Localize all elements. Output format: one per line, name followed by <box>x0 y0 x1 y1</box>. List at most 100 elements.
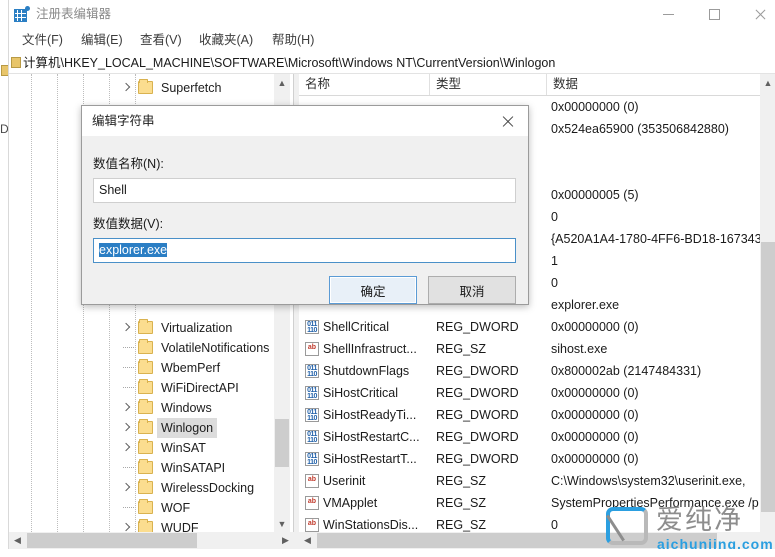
scrollbar-thumb[interactable] <box>27 533 197 548</box>
bottom-strip <box>0 549 775 557</box>
dword-icon: 011 110 <box>305 408 319 422</box>
cell-data: 1 <box>551 254 558 268</box>
table-row[interactable]: 011 110 SiHostRestartC... REG_DWORD 0x000… <box>299 426 775 448</box>
dialog-title-bar: 编辑字符串 <box>82 106 528 136</box>
scrollbar-thumb[interactable] <box>275 419 289 467</box>
menu-edit[interactable]: 编辑(E) <box>76 31 128 50</box>
chevron-right-icon[interactable] <box>121 423 131 433</box>
menu-favorites[interactable]: 收藏夹(A) <box>194 31 258 50</box>
table-row[interactable]: ab ShellInfrastruct... REG_SZ sihost.exe <box>299 338 775 360</box>
cell-data: {A520A1A4-1780-4FF6-BD18-167343 <box>551 232 762 246</box>
table-row[interactable]: ab WinStationsDis... REG_SZ 0 <box>299 514 775 532</box>
scroll-down-icon[interactable]: ▼ <box>274 515 290 532</box>
tree-item-wifidirectapi[interactable]: WiFiDirectAPI <box>9 378 273 398</box>
tree-item-winsatapi[interactable]: WinSATAPI <box>9 458 273 478</box>
close-window-button[interactable] <box>737 0 775 29</box>
list-vertical-scrollbar[interactable]: ▲ <box>760 74 775 532</box>
maximize-icon <box>708 9 720 20</box>
scroll-right-icon[interactable]: ▶ <box>277 532 294 549</box>
chevron-right-icon[interactable] <box>121 83 131 93</box>
chevron-right-icon[interactable] <box>121 403 131 413</box>
menu-view[interactable]: 查看(V) <box>135 31 187 50</box>
close-icon <box>501 115 514 128</box>
tree-item-label: WinSAT <box>161 441 206 455</box>
tree-horizontal-scrollbar[interactable]: ◀ ▶ <box>9 532 294 549</box>
scrollbar-thumb[interactable] <box>317 533 717 548</box>
string-icon: ab <box>305 474 319 488</box>
desktop-folder-icon-sliver <box>0 62 10 78</box>
scroll-up-icon[interactable]: ▲ <box>274 74 290 91</box>
folder-icon <box>138 499 153 514</box>
value-name-text: Shell <box>99 183 127 197</box>
cell-type: REG_SZ <box>436 474 487 488</box>
value-name-input[interactable]: Shell <box>93 178 516 203</box>
value-data-input[interactable]: explorer.exe <box>93 238 516 263</box>
minimize-button[interactable] <box>645 0 691 29</box>
cell-data: SystemPropertiesPerformance.exe /p <box>551 496 759 510</box>
cell-data: 0 <box>551 518 558 532</box>
cell-type: REG_SZ <box>436 496 487 510</box>
tree-item-superfetch[interactable]: Superfetch <box>9 78 273 98</box>
chevron-right-icon[interactable] <box>121 443 131 453</box>
cell-name: SiHostCritical <box>323 386 399 400</box>
folder-icon <box>10 55 21 68</box>
scroll-left-icon[interactable]: ◀ <box>9 532 26 549</box>
tree-item-label: WbemPerf <box>161 361 221 375</box>
chevron-right-icon[interactable] <box>121 323 131 333</box>
tree-item-wbemperf[interactable]: WbemPerf <box>9 358 273 378</box>
cell-type: REG_DWORD <box>436 408 519 422</box>
value-name-label: 数值名称(N): <box>93 157 164 171</box>
string-icon: ab <box>305 518 319 532</box>
cell-data: 0x00000000 (0) <box>551 430 639 444</box>
tree-item-wirelessdocking[interactable]: WirelessDocking <box>9 478 273 498</box>
address-bar[interactable]: 计算机\HKEY_LOCAL_MACHINE\SOFTWARE\Microsof… <box>9 52 775 74</box>
cell-data: 0x00000000 (0) <box>551 452 639 466</box>
screen: D 注册表编辑器 文件(F) 编辑(E) 查看(V) 收藏夹(A) 帮助(H) … <box>0 0 775 557</box>
cell-data: 0 <box>551 210 558 224</box>
cell-name: Userinit <box>323 474 366 488</box>
tree-item-label: WinSATAPI <box>161 461 226 475</box>
cell-type: REG_DWORD <box>436 320 519 334</box>
table-row[interactable]: ab VMApplet REG_SZ SystemPropertiesPerfo… <box>299 492 775 514</box>
maximize-button[interactable] <box>691 0 737 29</box>
desktop-icon-sliver: D <box>0 122 9 136</box>
list-horizontal-scrollbar[interactable]: ◀ <box>299 532 775 549</box>
column-header-type[interactable]: 类型 <box>430 74 547 95</box>
cell-data: 0x00000000 (0) <box>551 100 639 114</box>
close-icon <box>754 9 766 21</box>
cancel-button[interactable]: 取消 <box>428 276 516 304</box>
table-row[interactable]: 011 110 ShutdownFlags REG_DWORD 0x800002a… <box>299 360 775 382</box>
tree-item-wudf[interactable]: WUDF <box>9 518 273 532</box>
cell-type: REG_DWORD <box>436 452 519 466</box>
tree-item-wof[interactable]: WOF <box>9 498 273 518</box>
table-row[interactable]: 011 110 SiHostCritical REG_DWORD 0x000000… <box>299 382 775 404</box>
table-row[interactable]: 011 110 ShellCritical REG_DWORD 0x0000000… <box>299 316 775 338</box>
tree-item-windows[interactable]: Windows <box>9 398 273 418</box>
scroll-left-icon[interactable]: ◀ <box>299 532 316 549</box>
chevron-right-icon[interactable] <box>121 483 131 493</box>
chevron-right-icon[interactable] <box>121 523 131 532</box>
menu-help[interactable]: 帮助(H) <box>267 31 319 50</box>
tree-item-label: Winlogon <box>157 418 218 438</box>
cell-data: C:\Windows\system32\userinit.exe, <box>551 474 746 488</box>
tree-item-winsat[interactable]: WinSAT <box>9 438 273 458</box>
dialog-close-button[interactable] <box>486 106 528 136</box>
dword-icon: 011 110 <box>305 364 319 378</box>
scroll-up-icon[interactable]: ▲ <box>760 74 775 91</box>
ok-button[interactable]: 确定 <box>329 276 417 304</box>
folder-icon <box>138 359 153 374</box>
cell-type: REG_DWORD <box>436 430 519 444</box>
scrollbar-thumb[interactable] <box>761 242 775 512</box>
tree-item-label: WirelessDocking <box>161 481 255 495</box>
column-header-name[interactable]: 名称 <box>299 74 430 95</box>
column-header-data[interactable]: 数据 <box>547 74 775 95</box>
table-row[interactable]: ab Userinit REG_SZ C:\Windows\system32\u… <box>299 470 775 492</box>
menu-file[interactable]: 文件(F) <box>17 31 68 50</box>
table-row[interactable]: 011 110 SiHostReadyTi... REG_DWORD 0x0000… <box>299 404 775 426</box>
value-data-text: explorer.exe <box>99 243 168 257</box>
table-row[interactable]: 011 110 SiHostRestartT... REG_DWORD 0x000… <box>299 448 775 470</box>
folder-icon <box>138 519 153 532</box>
tree-item-winlogon[interactable]: Winlogon <box>9 418 273 438</box>
tree-item-volatilenotifications[interactable]: VolatileNotifications <box>9 338 273 358</box>
tree-item-virtualization[interactable]: Virtualization <box>9 318 273 338</box>
